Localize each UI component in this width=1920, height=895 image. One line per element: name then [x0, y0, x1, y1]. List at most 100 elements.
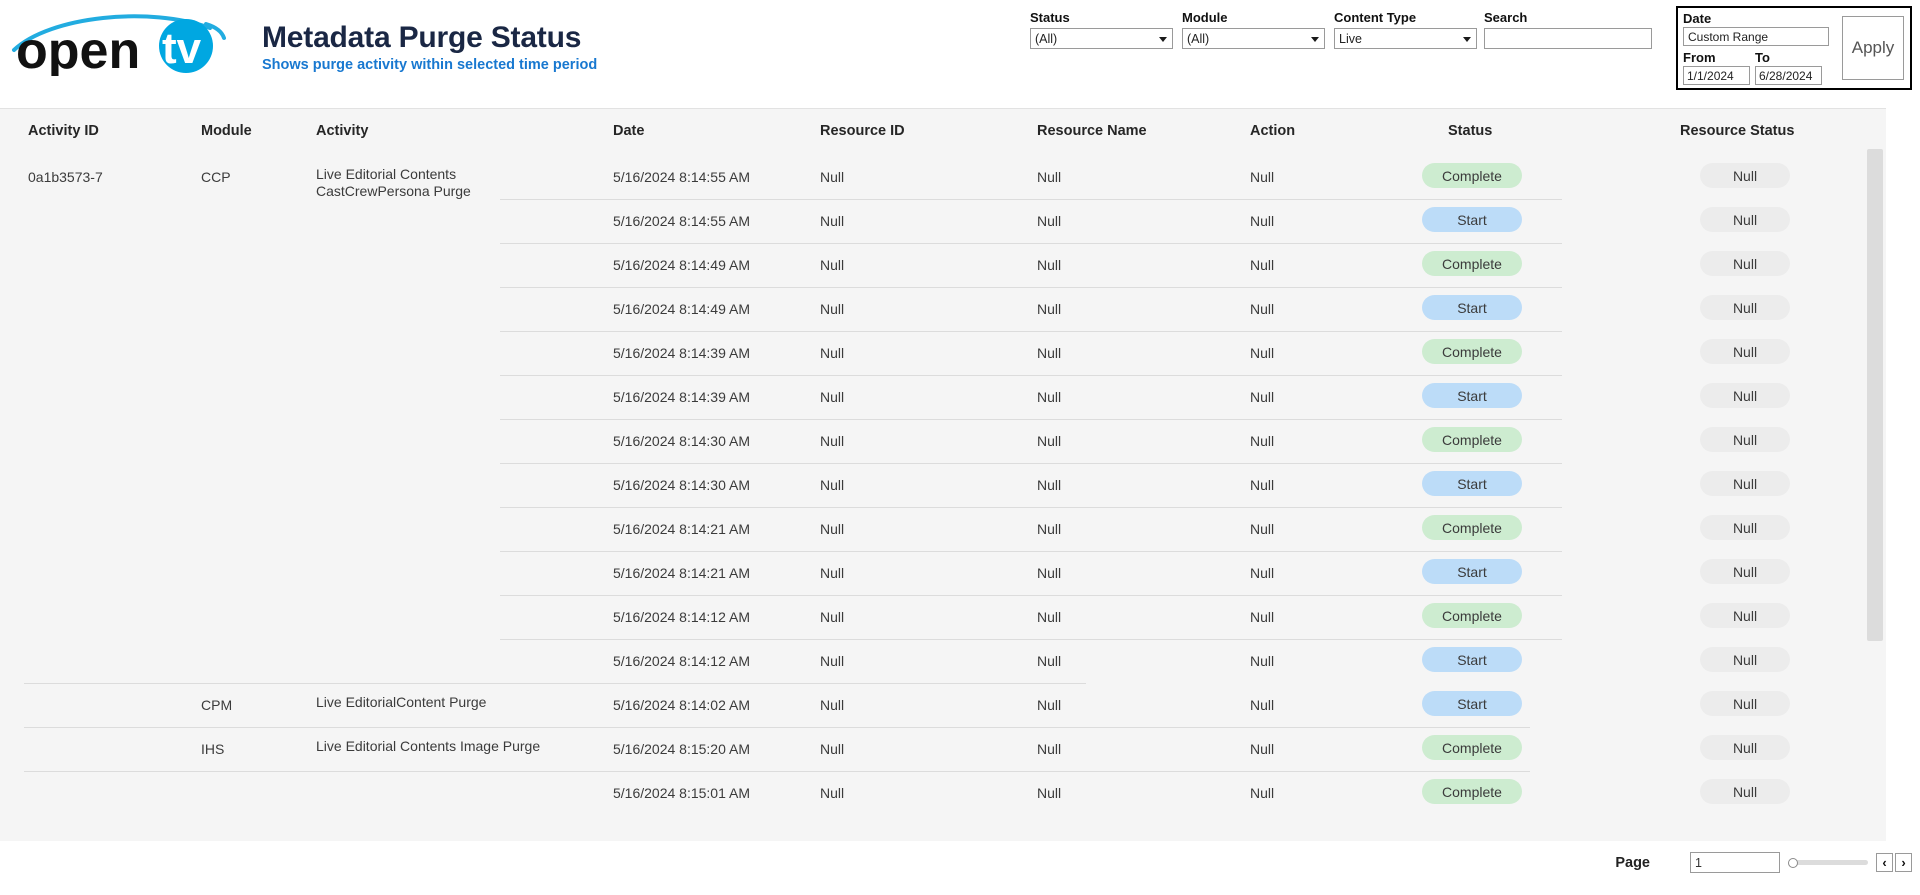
- filter-content-type: Content Type Live: [1334, 10, 1477, 49]
- resource-name-cell: Null: [1037, 257, 1062, 273]
- status-dropdown[interactable]: (All): [1030, 28, 1173, 49]
- column-header-activity[interactable]: Activity: [316, 123, 561, 139]
- activity-cell: Live Editorial Contents Image Purge: [316, 738, 541, 754]
- table-row[interactable]: 5/16/2024 8:15:01 AM Null Null Null Complete…: [0, 771, 1886, 815]
- table-row[interactable]: 5/16/2024 8:14:12 AM Null Null Null Start Nul…: [0, 639, 1886, 683]
- table-row[interactable]: 5/16/2024 8:14:21 AM Null Null Null Start Nul…: [0, 551, 1886, 595]
- resource-status-badge: Null: [1700, 295, 1790, 320]
- opentv-logo: open tv: [10, 10, 258, 76]
- resource-id-cell: Null: [820, 565, 845, 581]
- table-row[interactable]: 5/16/2024 8:14:39 AM Null Null Null Start Nul…: [0, 375, 1886, 419]
- module-cell: IHS: [201, 741, 225, 757]
- row-separator: [500, 375, 1562, 376]
- resource-status-badge: Null: [1700, 383, 1790, 408]
- resource-name-cell: Null: [1037, 653, 1062, 669]
- table-row[interactable]: CPM Live EditorialContent Purge 5/16/2024 …: [0, 683, 1886, 727]
- column-header-status[interactable]: Status: [1448, 123, 1492, 139]
- filter-module-label: Module: [1182, 10, 1228, 25]
- date-cell: 5/16/2024 8:14:12 AM: [613, 609, 750, 625]
- app-header: open tv Metadata Purge Status Shows purg…: [0, 0, 1920, 108]
- module-dropdown[interactable]: (All): [1182, 28, 1325, 49]
- table-row[interactable]: 5/16/2024 8:14:21 AM Null Null Null Complete…: [0, 507, 1886, 551]
- resource-status-badge: Null: [1700, 647, 1790, 672]
- resource-name-cell: Null: [1037, 565, 1062, 581]
- table-row[interactable]: 5/16/2024 8:14:30 AM Null Null Null Start Nul…: [0, 463, 1886, 507]
- table-row[interactable]: 5/16/2024 8:14:49 AM Null Null Null Start Nul…: [0, 287, 1886, 331]
- date-cell: 5/16/2024 8:14:49 AM: [613, 257, 750, 273]
- page-number-input[interactable]: 1: [1690, 852, 1780, 873]
- column-header-date[interactable]: Date: [613, 123, 644, 139]
- resource-name-cell: Null: [1037, 521, 1062, 537]
- scrollbar-thumb[interactable]: [1867, 149, 1883, 641]
- table-row[interactable]: 5/16/2024 8:14:30 AM Null Null Null Complete…: [0, 419, 1886, 463]
- column-header-activity-id[interactable]: Activity ID: [28, 123, 99, 139]
- status-badge: Start: [1422, 383, 1522, 408]
- status-badge: Complete: [1422, 779, 1522, 804]
- page-slider[interactable]: [1788, 852, 1868, 873]
- prev-page-button[interactable]: ‹: [1876, 853, 1893, 872]
- resource-id-cell: Null: [820, 653, 845, 669]
- row-separator: [500, 639, 1562, 640]
- resource-status-badge: Null: [1700, 515, 1790, 540]
- date-from-input[interactable]: 1/1/2024: [1683, 66, 1750, 85]
- row-separator: [500, 199, 1562, 200]
- resource-id-cell: Null: [820, 785, 845, 801]
- date-cell: 5/16/2024 8:14:02 AM: [613, 697, 750, 713]
- row-separator: [500, 287, 1562, 288]
- page-arrows: ‹ ›: [1876, 853, 1912, 872]
- table-row[interactable]: 5/16/2024 8:14:49 AM Null Null Null Complete…: [0, 243, 1886, 287]
- status-badge: Start: [1422, 691, 1522, 716]
- table-header-row: Activity ID Module Activity Date Resource ID…: [0, 109, 1886, 155]
- status-badge: Complete: [1422, 339, 1522, 364]
- to-label: To: [1755, 50, 1770, 65]
- resource-status-badge: Null: [1700, 207, 1790, 232]
- column-header-module[interactable]: Module: [201, 123, 252, 139]
- table-row[interactable]: 5/16/2024 8:14:39 AM Null Null Null Complete…: [0, 331, 1886, 375]
- filter-search: Search: [1484, 10, 1652, 49]
- resource-status-badge: Null: [1700, 251, 1790, 276]
- chevron-down-icon: [1159, 36, 1167, 42]
- resource-name-cell: Null: [1037, 741, 1062, 757]
- content-type-dropdown-value: Live: [1339, 31, 1362, 46]
- apply-button[interactable]: Apply: [1842, 16, 1904, 80]
- date-range-dropdown[interactable]: Custom Range: [1683, 27, 1829, 46]
- date-to-input[interactable]: 6/28/2024: [1755, 66, 1822, 85]
- date-cell: 5/16/2024 8:14:30 AM: [613, 433, 750, 449]
- table-row[interactable]: 5/16/2024 8:14:55 AM Null Null Null Start Nul…: [0, 199, 1886, 243]
- date-cell: 5/16/2024 8:14:49 AM: [613, 301, 750, 317]
- content-type-dropdown[interactable]: Live: [1334, 28, 1477, 49]
- resource-name-cell: Null: [1037, 609, 1062, 625]
- search-input[interactable]: [1484, 28, 1652, 49]
- resource-name-cell: Null: [1037, 433, 1062, 449]
- action-cell: Null: [1250, 345, 1275, 361]
- table-row[interactable]: IHS Live Editorial Contents Image Purge 5/…: [0, 727, 1886, 771]
- action-cell: Null: [1250, 697, 1275, 713]
- slider-handle[interactable]: [1788, 857, 1798, 868]
- column-header-resource-status[interactable]: Resource Status: [1680, 123, 1794, 139]
- column-header-resource-name[interactable]: Resource Name: [1037, 123, 1147, 139]
- page-number-value: 1: [1695, 855, 1702, 870]
- date-label: Date: [1683, 11, 1712, 26]
- status-badge: Complete: [1422, 163, 1522, 188]
- table-row[interactable]: 5/16/2024 8:14:12 AM Null Null Null Complete…: [0, 595, 1886, 639]
- resource-status-badge: Null: [1700, 427, 1790, 452]
- column-header-resource-id[interactable]: Resource ID: [820, 123, 905, 139]
- status-badge: Start: [1422, 647, 1522, 672]
- resource-id-cell: Null: [820, 301, 845, 317]
- filter-module: Module (All): [1182, 10, 1325, 49]
- table-body: 0a1b3573-7 CCP Live Editorial Contents Cas…: [0, 155, 1886, 816]
- resource-id-cell: Null: [820, 477, 845, 493]
- status-badge: Complete: [1422, 251, 1522, 276]
- action-cell: Null: [1250, 257, 1275, 273]
- date-cell: 5/16/2024 8:14:55 AM: [613, 169, 750, 185]
- resource-status-badge: Null: [1700, 559, 1790, 584]
- next-page-button[interactable]: ›: [1895, 853, 1912, 872]
- date-range-panel: Date Custom Range From To 1/1/2024 6/28/…: [1676, 6, 1912, 90]
- column-header-action[interactable]: Action: [1250, 123, 1295, 139]
- table-row[interactable]: 0a1b3573-7 CCP Live Editorial Contents Cas…: [0, 155, 1886, 199]
- status-dropdown-value: (All): [1035, 31, 1058, 46]
- vertical-scrollbar[interactable]: [1864, 109, 1886, 842]
- date-to-value: 6/28/2024: [1759, 68, 1813, 83]
- activity-cell: Live EditorialContent Purge: [316, 694, 487, 710]
- status-badge: Start: [1422, 207, 1522, 232]
